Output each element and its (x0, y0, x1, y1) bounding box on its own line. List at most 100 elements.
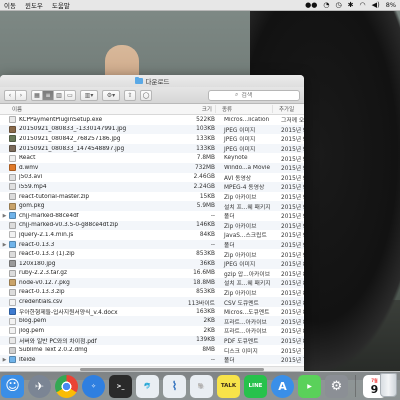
app-store-icon[interactable]: A (271, 374, 294, 398)
file-row[interactable]: Sublime Text 2.0.2.dmg 8MB 디스크 이미지 2015년 7월 (0, 345, 304, 355)
chrome-icon[interactable] (55, 374, 78, 398)
file-size: 15KB (199, 193, 215, 200)
file-kind: gzip 압...아카이브 (224, 271, 271, 278)
evernote-icon[interactable]: 🐘 (190, 374, 213, 398)
file-row[interactable]: ruby-2.2.3.tar.gz 16.6MB gzip 압...아카이브 2015… (0, 269, 304, 279)
file-row[interactable]: React 7.8MB Keynote 2015년 9월 (0, 153, 304, 163)
gz-file-icon (9, 269, 16, 277)
cover-flow-button[interactable]: ▭ (64, 89, 76, 101)
file-date-added: 2015년 9월 (281, 127, 304, 134)
file-size: -- (210, 241, 215, 248)
sourcetree-icon[interactable]: ⌇ (163, 374, 186, 398)
file-row[interactable]: jlog.pem 2KB 프라트...아카이브 2015년 8월 (0, 326, 304, 336)
disclosure-triangle-icon[interactable]: ▶ (0, 242, 9, 248)
file-row[interactable]: react-0.13.3 (1).zip 853KB Zip 아카이브 2015년 9… (0, 249, 304, 259)
file-size: 2.24GB (193, 183, 215, 190)
search-field[interactable]: ⌕ (208, 89, 300, 101)
folder-row[interactable]: ▶ react-0.13.3 -- 폴더 2015년 9월 (0, 239, 304, 250)
finder-toolbar: ‹ › ▦ ≡ ▥ ▭ ▥▾ ⚙▾ ⇧ ◯ ⌕ (0, 87, 304, 104)
file-name: react-0.13.3 (1).zip (19, 251, 75, 258)
file-size: 2KB (203, 318, 215, 325)
file-row[interactable]: node-v0.12.7.pkg 18.8MB 설치 프...웨 패키지 2015년 … (0, 278, 304, 288)
safari-icon[interactable]: ✧ (82, 374, 105, 398)
file-row[interactable]: chjj-marked-v0.3.5-0-g88ce4df.zip 146KB Zi… (0, 220, 304, 231)
zip-file-icon (9, 221, 16, 229)
file-size: 18.8MB (193, 279, 215, 286)
file-size: 146KB (196, 222, 215, 229)
file-name: d.wmv (19, 164, 39, 171)
trash-icon[interactable] (380, 373, 397, 397)
system-preferences-icon[interactable]: ⚙ (325, 374, 348, 398)
status-dots-icon[interactable]: ●● (305, 1, 317, 9)
disclosure-triangle-icon[interactable]: ▶ (0, 357, 9, 363)
launchpad-icon[interactable]: ✈ (28, 374, 51, 398)
mysql-workbench-icon[interactable]: 🐬 (136, 374, 159, 398)
file-row[interactable]: 20150921_080833_-1330147991.jpg 103KB JPEG… (0, 124, 304, 135)
search-input[interactable] (241, 91, 292, 99)
file-name: react-0.13.3 (19, 241, 55, 248)
folder-file-icon (9, 241, 16, 249)
file-row[interactable]: i559.mp4 2.24GB MPEG-4 동영상 2015년 9월 (0, 182, 304, 192)
file-date-added: 2015년 9월 (281, 185, 304, 192)
pkg-file-icon (9, 202, 16, 210)
file-list: KCPPaymentPluginSetup.exe 522KB Micros...l… (0, 115, 304, 365)
search-icon: ⌕ (235, 91, 239, 98)
file-row[interactable]: react-0.13.3.zip 853KB Zip 아카이브 2015년 8월 (0, 288, 304, 298)
battery-percent[interactable]: 8% (386, 1, 396, 9)
column-size[interactable]: 크기 (183, 105, 215, 113)
js-file-icon (9, 231, 16, 239)
line-icon[interactable]: LINE (244, 374, 267, 398)
file-row[interactable]: jquery-2.1.4.min.js 84KB JavaS...스크립트 2015년… (0, 230, 304, 240)
file-name: jquery-2.1.4.min.js (19, 231, 74, 238)
notification-icon[interactable]: ◔ (323, 1, 329, 9)
jpg-file-icon (9, 145, 16, 153)
menu-window[interactable]: 윈도우 (25, 0, 43, 10)
file-row[interactable]: gom.pkg 5.9MB 설치 프...웨 패키지 2015년 9월 (0, 201, 304, 211)
file-name: 20150921_080842_768257186.jpg (19, 135, 121, 142)
folder-row[interactable]: ▶ Iteide -- 폴더 2015년 7월 (0, 354, 304, 365)
share-button[interactable]: ⇧ (124, 89, 136, 101)
column-date-added[interactable]: 추가일 (272, 105, 304, 113)
file-date-added: 2015년 7월 (281, 348, 304, 355)
file-kind: 프라트...아카이브 (224, 319, 267, 326)
menu-help[interactable]: 도움말 (52, 0, 70, 10)
bluetooth-icon[interactable]: ✱ (348, 1, 354, 9)
menu-go[interactable]: 이동 (4, 0, 16, 10)
file-row[interactable]: j503.avi 2.46GB AVI 동영상 2015년 9월 (0, 173, 304, 183)
file-row[interactable]: 20150921_080842_768257186.jpg 133KB JPEG 이… (0, 134, 304, 144)
file-row[interactable]: d.wmv 732MB Windo...a Movie 2015년 9월 (0, 162, 304, 173)
file-row[interactable]: 120x180.jpg 36KB JPEG 이미지 2015년 8월 (0, 258, 304, 269)
file-row[interactable]: blog.pem 2KB 프라트...아카이브 2015년 8월 (0, 316, 304, 327)
wifi-icon[interactable]: ◠ (359, 1, 365, 9)
file-date-added: 2015년 9월 (281, 243, 304, 250)
facetime-icon[interactable]: ▶ (298, 374, 321, 398)
terminal-icon[interactable]: >_ (109, 374, 132, 398)
finder-icon[interactable]: ☺ (1, 374, 24, 398)
file-name: ruby-2.2.3.tar.gz (19, 270, 67, 277)
time-machine-icon[interactable]: ◷ (335, 1, 341, 9)
action-gear-button[interactable]: ⚙▾ (102, 89, 120, 101)
window-titlebar[interactable]: 다운로드 (0, 75, 304, 87)
file-size: 732MB (194, 164, 215, 171)
file-row[interactable]: 우아한형제들-입사지원서양식_v.4.docx 163KB Micros...도큐멘… (0, 307, 304, 317)
file-row[interactable]: react-tutorial-master.zip 15KB Zip 아카이브 201… (0, 192, 304, 202)
disclosure-triangle-icon[interactable]: ▶ (0, 213, 9, 219)
file-size: 5.9MB (196, 203, 215, 210)
column-name[interactable]: 이름 (0, 105, 183, 113)
folder-row[interactable]: ▶ chjj-marked-88ce4df -- 폴더 2015년 9월 (0, 211, 304, 221)
file-date-added: 2015년 8월 (281, 329, 304, 336)
kakaotalk-icon[interactable]: TALK (217, 374, 240, 398)
line-label: LINE (248, 383, 263, 389)
arrange-button[interactable]: ▥▾ (80, 89, 98, 101)
view-mode-group: ▦ ≡ ▥ ▭ (31, 89, 76, 101)
tags-button[interactable]: ◯ (140, 89, 152, 101)
file-name: 우아한형제들-입사지원서양식_v.4.docx (19, 310, 118, 317)
finder-window: 다운로드 ‹ › ▦ ≡ ▥ ▭ ▥▾ ⚙▾ ⇧ ◯ ⌕ 이름 크기 종류 추가… (0, 75, 304, 371)
file-row[interactable]: 서버와 일반 PC와의 차이점.pdf 139KB PDF 도큐멘트 2015년 8월 (0, 335, 304, 346)
file-row[interactable]: 20150921_080833_1474548897.jpg 133KB JPEG … (0, 143, 304, 154)
column-kind[interactable]: 종류 (215, 105, 272, 113)
file-row[interactable]: KCPPaymentPluginSetup.exe 522KB Micros...l… (0, 115, 304, 125)
forward-button[interactable]: › (15, 89, 27, 101)
volume-icon[interactable]: ◀) (372, 1, 380, 9)
file-row[interactable]: credentials.csv 113바이트 CSV 도큐멘트 2015년 8월 (0, 297, 304, 307)
